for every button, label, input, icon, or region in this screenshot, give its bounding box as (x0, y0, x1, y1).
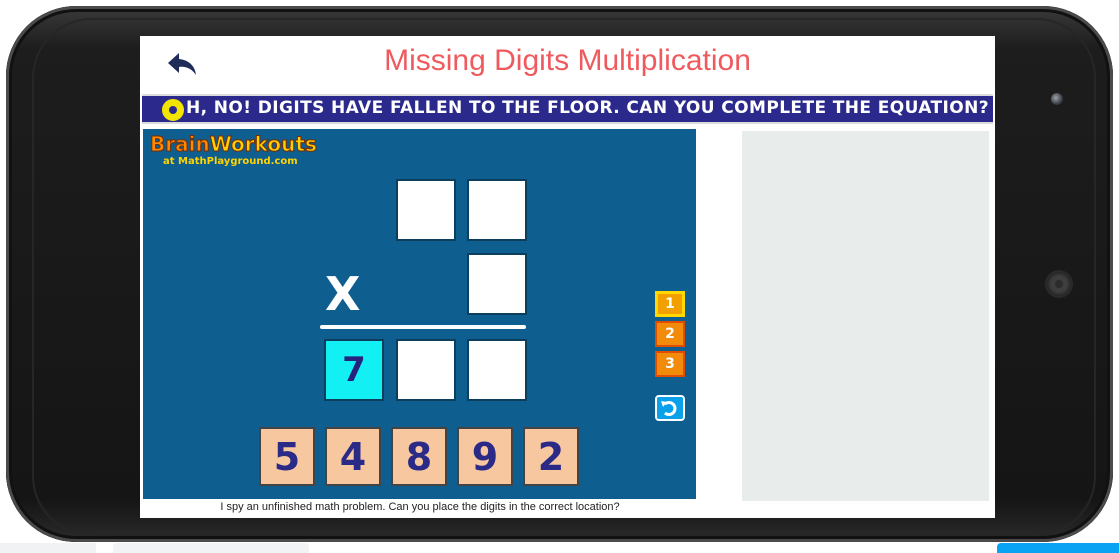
speaker-icon (1045, 270, 1073, 298)
digit-slot[interactable] (467, 253, 527, 315)
digit-slot[interactable] (396, 179, 456, 241)
digit-tile[interactable]: 5 (259, 427, 315, 486)
level-3-button[interactable]: 3 (655, 351, 685, 377)
digit-tile[interactable]: 8 (391, 427, 447, 486)
banner-text: H, NO! DIGITS HAVE FALLEN TO THE FLOOR. … (186, 98, 989, 118)
app-screen: Missing Digits Multiplication H, NO! DIG… (140, 36, 995, 518)
digit-tile[interactable]: 9 (457, 427, 513, 486)
level-2-button[interactable]: 2 (655, 321, 685, 347)
page-title: Missing Digits Multiplication (384, 44, 751, 77)
game-caption: I spy an unfinished math problem. Can yo… (220, 501, 620, 513)
instruction-banner: H, NO! DIGITS HAVE FALLEN TO THE FLOOR. … (142, 94, 993, 124)
digit-slot-filled: 7 (324, 339, 384, 401)
camera-icon (1051, 93, 1063, 105)
banner-o-icon (162, 99, 184, 121)
ad-panel (742, 131, 989, 501)
bottom-strip (997, 543, 1119, 553)
bottom-strip (0, 543, 96, 553)
brainworkouts-logo: BrainWorkouts (150, 132, 318, 157)
digit-tile[interactable]: 2 (523, 427, 579, 486)
digit-slot[interactable] (467, 179, 527, 241)
undo-icon (661, 401, 677, 416)
game-canvas[interactable]: BrainWorkouts at MathPlayground.com X 7 … (143, 129, 696, 499)
logo-subtitle: at MathPlayground.com (163, 156, 298, 167)
digit-slot[interactable] (396, 339, 456, 401)
multiply-operator: X (325, 267, 361, 321)
digit-tile[interactable]: 4 (325, 427, 381, 486)
digit-slot[interactable] (467, 339, 527, 401)
equation-line (320, 325, 526, 329)
level-1-button[interactable]: 1 (655, 291, 685, 317)
bottom-strip (113, 543, 309, 553)
reset-button[interactable] (655, 395, 685, 421)
